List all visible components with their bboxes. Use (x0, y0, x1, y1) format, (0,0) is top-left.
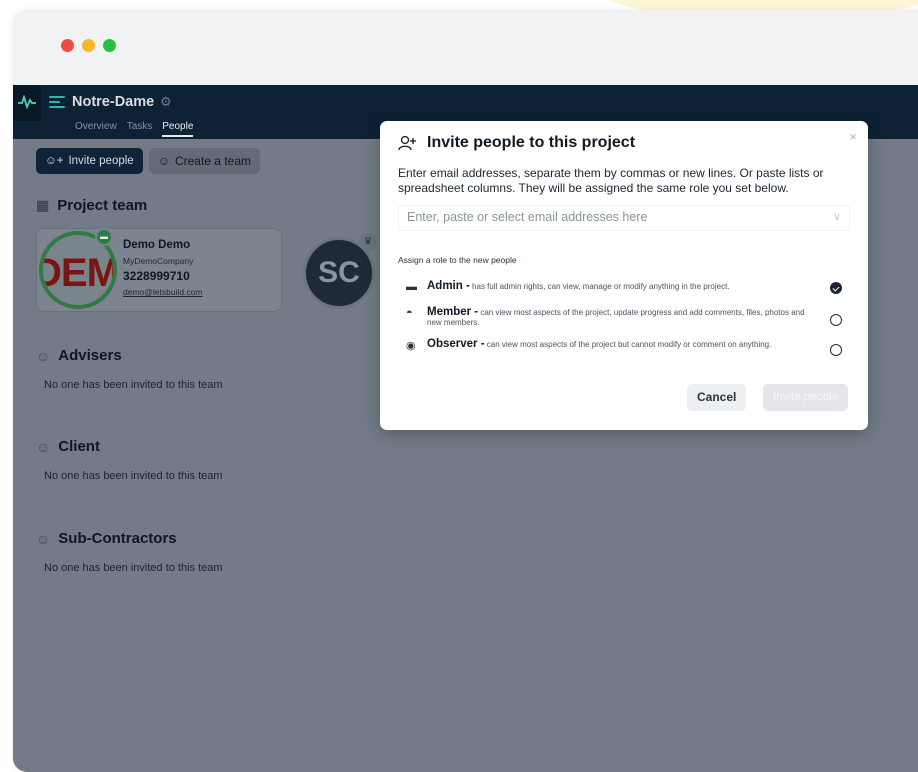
chevron-down-icon[interactable]: ∨ (833, 210, 841, 223)
email-input-placeholder: Enter, paste or select email addresses h… (407, 210, 648, 224)
client-heading: ☺ Client (36, 438, 100, 455)
subcontractors-empty-text: No one has been invited to this team (44, 562, 223, 574)
project-team-heading: ▦ Project team (36, 197, 147, 214)
role-observer-name: Observer - (427, 338, 485, 350)
modal-title: Invite people to this project (427, 134, 636, 151)
role-member-desc: can view most aspects of the project, up… (427, 308, 805, 327)
building-icon: ▦ (36, 197, 50, 213)
subcontractors-title: Sub-Contractors (58, 530, 177, 547)
project-title[interactable]: Notre-Dame (72, 94, 154, 110)
member-phone: 3228999710 (123, 269, 190, 283)
group-icon: ☺ (36, 530, 51, 547)
client-empty-text: No one has been invited to this team (44, 470, 223, 482)
role-option-member[interactable]: ◓ Member - can view most aspects of the … (406, 306, 817, 328)
tab-tasks[interactable]: Tasks (127, 121, 153, 137)
advisers-empty-text: No one has been invited to this team (44, 379, 223, 391)
modal-description: Enter email addresses, separate them by … (398, 166, 824, 195)
role-admin-text: Admin - has full admin rights, can view,… (427, 280, 817, 293)
menu-icon[interactable] (49, 96, 65, 108)
role-heading: Assign a role to the new people (398, 255, 517, 265)
close-window-button[interactable] (61, 39, 74, 52)
group-icon: ☺ (157, 154, 170, 168)
add-person-icon (398, 135, 416, 151)
create-team-label: Create a team (174, 154, 251, 168)
client-title: Client (58, 438, 100, 455)
invite-people-label: Invite people (68, 155, 134, 167)
eye-icon: ◉ (406, 340, 416, 352)
cancel-button[interactable]: Cancel (687, 384, 747, 411)
advisers-title: Advisers (58, 347, 122, 364)
role-admin-name: Admin - (427, 280, 470, 292)
maximize-window-button[interactable] (103, 39, 116, 52)
project-team-title: Project team (57, 197, 148, 214)
role-admin-desc: has full admin rights, can view, manage … (472, 282, 730, 291)
people-actions: ☺+ Invite people ☺ Create a team (36, 148, 260, 174)
company-logo-text: DEMO (43, 251, 117, 295)
app-logo[interactable] (13, 85, 41, 121)
member-name: Demo Demo (123, 239, 191, 251)
minimize-window-button[interactable] (82, 39, 95, 52)
modal-header: Invite people to this project (398, 134, 635, 152)
gear-icon[interactable]: ⚙ (160, 94, 172, 110)
crown-icon: ♛ (359, 233, 377, 251)
role-option-admin[interactable]: ▬ Admin - has full admin rights, can vie… (406, 280, 817, 293)
member-company: MyDemoCompany (123, 256, 194, 266)
role-observer-desc: can view most aspects of the project but… (486, 340, 772, 349)
tab-overview[interactable]: Overview (75, 121, 117, 137)
admin-role-icon: ▬ (406, 281, 417, 293)
role-observer-text: Observer - can view most aspects of the … (427, 338, 817, 352)
role-observer-radio[interactable] (830, 344, 842, 356)
close-icon[interactable]: × (849, 129, 857, 144)
member-email-link[interactable]: demo@letsbuild.com (123, 287, 203, 297)
email-input[interactable]: Enter, paste or select email addresses h… (398, 205, 850, 231)
role-admin-radio[interactable] (830, 282, 842, 294)
group-icon: ☺ (36, 347, 51, 364)
subcontractors-heading: ☺ Sub-Contractors (36, 530, 177, 547)
add-person-icon: ☺+ (45, 155, 64, 167)
role-member-name: Member - (427, 306, 479, 318)
invite-people-button[interactable]: ☺+ Invite people (36, 148, 143, 174)
window-titlebar (13, 10, 918, 85)
create-team-button[interactable]: ☺ Create a team (148, 148, 260, 174)
invite-people-submit-button[interactable]: Invite people (763, 384, 849, 411)
tab-people[interactable]: People (162, 121, 194, 137)
invite-modal: × Invite people to this project Enter em… (380, 121, 868, 430)
admin-badge-icon: ▬ (95, 228, 113, 246)
group-icon: ☺ (36, 438, 51, 455)
project-tabs: Overview Tasks People (75, 121, 194, 137)
member-card[interactable]: DEMO ▬ Demo Demo MyDemoCompany 322899971… (36, 228, 282, 312)
role-member-text: Member - can view most aspects of the pr… (427, 306, 817, 328)
role-option-observer[interactable]: ◉ Observer - can view most aspects of th… (406, 338, 817, 352)
advisers-heading: ☺ Advisers (36, 347, 122, 364)
hardhat-icon: ◓ (406, 307, 413, 319)
role-member-radio[interactable] (830, 314, 842, 326)
pulse-icon (18, 95, 36, 109)
